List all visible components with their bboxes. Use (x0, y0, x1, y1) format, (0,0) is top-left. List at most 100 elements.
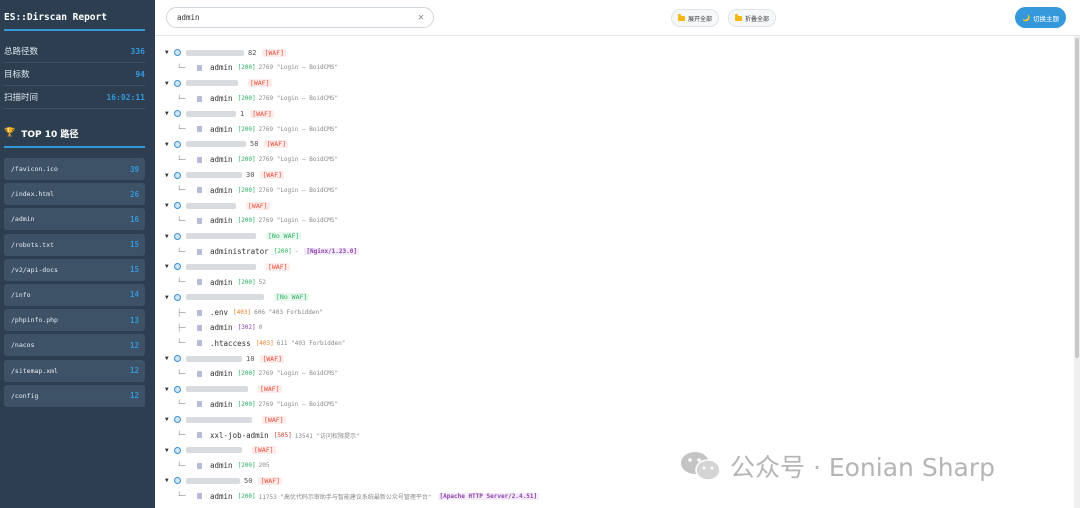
collapse-triangle-icon[interactable]: ▼ (165, 477, 174, 484)
top-path-item[interactable]: /sitemap.xml 12 (4, 359, 145, 382)
path-name[interactable]: admin (210, 323, 233, 332)
search-input[interactable]: admin ✕ (166, 7, 434, 28)
host-row[interactable]: ▼ 58 [WAF] (165, 137, 1074, 152)
host-row[interactable]: ▼ [WAF] (165, 198, 1074, 213)
top-path-item[interactable]: /index.html 26 (4, 183, 145, 206)
host-row[interactable]: ▼ [WAF] (165, 76, 1074, 91)
status-code: [200] (273, 248, 292, 255)
path-name[interactable]: admin (210, 125, 233, 134)
host-row[interactable]: ▼ 1 [WAF] (165, 106, 1074, 121)
host-row[interactable]: ▼ [WAF] (165, 412, 1074, 427)
top-path-item[interactable]: /config 12 (4, 384, 145, 407)
path-name[interactable]: xxl-job-admin (210, 431, 269, 440)
top-path-count: 12 (129, 391, 139, 401)
file-icon (197, 126, 202, 133)
host-row[interactable]: ▼ 82 [WAF] (165, 45, 1074, 60)
host-row[interactable]: ▼ [WAF] (165, 259, 1074, 274)
globe-icon (174, 416, 181, 424)
path-row[interactable]: ├─ .env [403] 606 "403 Forbidden" (165, 305, 1074, 320)
path-name[interactable]: administrator (210, 247, 269, 256)
host-row[interactable]: ▼ 10 [WAF] (165, 351, 1074, 366)
path-name[interactable]: admin (210, 461, 233, 470)
collapse-triangle-icon[interactable]: ▼ (165, 294, 174, 301)
path-row[interactable]: └─ admin [200] 2769 "Login — BoidCMS" (165, 213, 1074, 228)
top-path-label: /phpinfo.php (11, 316, 58, 325)
top-path-item[interactable]: /v2/api-docs 15 (4, 258, 145, 281)
response-meta: 2769 "Login — BoidCMS" (258, 186, 339, 194)
collapse-all-button[interactable]: 折叠全部 (728, 9, 777, 27)
path-name[interactable]: admin (210, 492, 233, 501)
collapse-triangle-icon[interactable]: ▼ (165, 141, 174, 148)
globe-icon (174, 171, 181, 179)
collapse-triangle-icon[interactable]: ▼ (165, 447, 174, 454)
path-row[interactable]: └─ admin [200] 11753 "高优代码示审助手与智能建议系统最新公众号管… (165, 489, 1074, 504)
path-row[interactable]: └─ admin [200] 2769 "Login — BoidCMS" (165, 152, 1074, 167)
server-badge: [Apache HTTP Server/2.4.51] (437, 492, 540, 500)
redacted-host (186, 386, 248, 393)
collapse-triangle-icon[interactable]: ▼ (165, 416, 174, 423)
collapse-triangle-icon[interactable]: ▼ (165, 233, 174, 240)
path-row[interactable]: └─ .htaccess [403] 611 "403 Forbidden" (165, 336, 1074, 351)
host-row[interactable]: ▼ [No WAF] (165, 290, 1074, 305)
host-suffix: 50 (244, 476, 253, 485)
toggle-theme-button[interactable]: 🌙 切换主题 (1015, 7, 1066, 28)
path-name[interactable]: admin (210, 155, 233, 164)
path-row[interactable]: └─ admin [200] 2769 "Login — BoidCMS" (165, 91, 1074, 106)
server-badge: [Nginx/1.23.0] (304, 248, 359, 255)
path-row[interactable]: └─ admin [200] 2769 "Login — BoidCMS" (165, 121, 1074, 136)
path-row[interactable]: └─ xxl-job-admin [505] 13541 "访问权限提示" (165, 427, 1074, 442)
path-name[interactable]: admin (210, 94, 233, 103)
collapse-triangle-icon[interactable]: ▼ (165, 172, 174, 179)
path-name[interactable]: admin (210, 278, 233, 287)
tree-branch: └─ (177, 369, 186, 378)
collapse-triangle-icon[interactable]: ▼ (165, 202, 174, 209)
path-name[interactable]: .env (210, 308, 228, 317)
clear-icon[interactable]: ✕ (418, 12, 424, 23)
search-value[interactable]: admin (177, 13, 200, 22)
stat-value: 94 (135, 69, 145, 79)
waf-badge: [WAF] (250, 109, 274, 118)
path-name[interactable]: .htaccess (210, 339, 251, 348)
top-path-item[interactable]: /nacos 12 (4, 334, 145, 357)
path-row[interactable]: └─ admin [200] 2769 "Login — BoidCMS" (165, 183, 1074, 198)
status-code: [200] (237, 492, 256, 500)
top-path-label: /info (11, 290, 31, 299)
path-name[interactable]: admin (210, 186, 233, 195)
path-row[interactable]: ├─ admin [302] 0 (165, 320, 1074, 335)
status-code: [505] (273, 431, 292, 439)
path-row[interactable]: └─ admin [200] 52 (165, 274, 1074, 289)
host-row[interactable]: ▼ 30 [WAF] (165, 167, 1074, 182)
collapse-triangle-icon[interactable]: ▼ (165, 263, 174, 270)
path-name[interactable]: admin (210, 369, 233, 378)
host-row[interactable]: ▼ [No WAF] (165, 229, 1074, 244)
collapse-triangle-icon[interactable]: ▼ (165, 110, 174, 117)
path-row[interactable]: └─ admin [200] 2769 "Login — BoidCMS" (165, 366, 1074, 381)
top-path-item[interactable]: /favicon.ico 39 (4, 158, 145, 180)
response-meta: 2769 "Login — BoidCMS" (258, 156, 339, 164)
stat-value: 16:02:11 (106, 92, 145, 102)
waf-badge: [No WAF] (266, 232, 302, 241)
expand-all-button[interactable]: 展开全部 (671, 9, 720, 27)
scrollbar-thumb[interactable] (1075, 38, 1079, 358)
collapse-triangle-icon[interactable]: ▼ (165, 80, 174, 87)
host-row[interactable]: ▼ [WAF] (165, 382, 1074, 397)
collapse-triangle-icon[interactable]: ▼ (165, 355, 174, 362)
top-path-item[interactable]: /info 14 (4, 283, 145, 306)
path-row[interactable]: └─ admin [200] 2769 "Login — BoidCMS" (165, 397, 1074, 412)
path-name[interactable]: admin (210, 216, 233, 225)
waf-badge: [WAF] (258, 476, 283, 485)
globe-icon (174, 355, 181, 363)
path-name[interactable]: admin (210, 400, 233, 409)
collapse-triangle-icon[interactable]: ▼ (165, 386, 174, 393)
response-meta: 2769 "Login — BoidCMS" (258, 370, 339, 378)
collapse-triangle-icon[interactable]: ▼ (165, 49, 174, 56)
redacted-host (186, 355, 242, 362)
top-path-item[interactable]: /admin 16 (4, 208, 145, 231)
top-path-item[interactable]: /robots.txt 15 (4, 233, 145, 256)
top-path-label: /config (11, 391, 39, 400)
path-name[interactable]: admin (210, 63, 233, 72)
path-row[interactable]: └─ admin [200] 2769 "Login — BoidCMS" (165, 60, 1074, 75)
top-path-item[interactable]: /phpinfo.php 13 (4, 309, 145, 332)
scrollbar[interactable] (1074, 36, 1080, 508)
path-row[interactable]: └─ administrator [200] - [Nginx/1.23.0] (165, 244, 1074, 259)
